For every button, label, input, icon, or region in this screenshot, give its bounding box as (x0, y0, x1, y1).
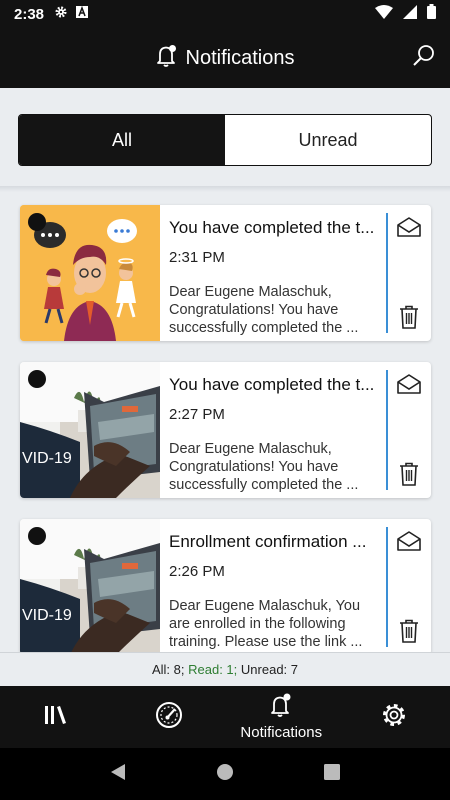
nav-library[interactable] (0, 686, 113, 748)
tabs-divider (0, 186, 450, 192)
envelope-open-icon (396, 217, 422, 243)
tab-unread[interactable]: Unread (225, 115, 431, 165)
envelope-open-icon (396, 531, 422, 557)
notification-body: Dear Eugene Malaschuk, Congratulations! … (169, 441, 359, 493)
recents-square-icon (324, 763, 340, 784)
card-divider (386, 213, 388, 333)
page-title: Notifications (185, 46, 295, 69)
battery-icon (427, 4, 436, 24)
trash-icon (399, 619, 419, 647)
mark-read-button[interactable] (396, 529, 422, 553)
search-icon (412, 44, 436, 73)
library-icon (43, 704, 69, 731)
unread-indicator (28, 213, 46, 231)
app-status-icon (76, 5, 89, 23)
back-triangle-icon (110, 763, 126, 785)
notification-thumbnail (20, 205, 160, 341)
bell-badge-icon (156, 44, 178, 73)
notifications-content: All Unread You have completed the t... 2… (0, 88, 450, 686)
notification-card[interactable]: VID-19 Enrollment confirmation ... 2:26 … (20, 519, 431, 655)
filter-tabs: All Unread (18, 114, 432, 166)
system-nav-bar (0, 748, 450, 800)
notification-card[interactable]: VID-19 You have completed the t... 2:27 … (20, 362, 431, 498)
gear-icon (380, 701, 408, 734)
nav-notifications-label: Notifications (240, 724, 323, 741)
notification-body: Dear Eugene Malaschuk, Congratulations! … (169, 284, 359, 336)
delete-button[interactable] (399, 619, 419, 643)
summary-all: All: 8; (151, 662, 185, 677)
notification-title: You have completed the t... (169, 218, 375, 237)
mark-read-button[interactable] (396, 215, 422, 239)
card-divider (386, 370, 388, 490)
back-button[interactable] (110, 763, 126, 786)
dashboard-icon (155, 701, 183, 734)
notification-thumbnail: VID-19 (20, 362, 160, 498)
thumbnail-caption: VID-19 (22, 607, 72, 624)
summary-unread: Unread: 7 (240, 662, 298, 677)
unread-indicator (28, 370, 46, 388)
notification-time: 2:31 PM (169, 249, 225, 266)
home-button[interactable] (216, 763, 234, 786)
delete-button[interactable] (399, 462, 419, 486)
trash-icon (399, 462, 419, 490)
card-divider (386, 527, 388, 647)
home-circle-icon (216, 763, 234, 785)
notification-time: 2:27 PM (169, 406, 225, 423)
envelope-open-icon (396, 374, 422, 400)
mark-read-button[interactable] (396, 372, 422, 396)
notification-thumbnail: VID-19 (20, 519, 160, 655)
notification-card[interactable]: You have completed the t... 2:31 PM Dear… (20, 205, 431, 341)
notification-summary: All: 8; Read: 1; Unread: 7 (0, 652, 450, 686)
bell-icon (269, 693, 293, 722)
thumbnail-caption: VID-19 (22, 450, 72, 467)
unread-indicator (28, 527, 46, 545)
delete-button[interactable] (399, 305, 419, 329)
wifi-icon (375, 4, 393, 24)
bottom-nav: Notifications (0, 686, 450, 748)
nav-settings[interactable] (338, 686, 450, 748)
search-button[interactable] (410, 44, 438, 72)
notification-title: You have completed the t... (169, 375, 375, 394)
app-bar: Notifications (0, 28, 450, 88)
notification-title: Enrollment confirmation ... (169, 532, 367, 551)
signal-icon (403, 4, 417, 24)
settings-status-icon (54, 5, 68, 24)
nav-dashboard[interactable] (113, 686, 226, 748)
summary-read: Read: 1; (188, 662, 238, 677)
status-bar: 2:38 (0, 0, 450, 28)
nav-notifications[interactable]: Notifications (225, 686, 338, 748)
notification-time: 2:26 PM (169, 563, 225, 580)
notification-body: Dear Eugene Malaschuk, You are enrolled … (169, 598, 363, 650)
trash-icon (399, 305, 419, 333)
tab-all[interactable]: All (19, 115, 225, 165)
recents-button[interactable] (324, 763, 340, 785)
status-time: 2:38 (14, 5, 45, 23)
